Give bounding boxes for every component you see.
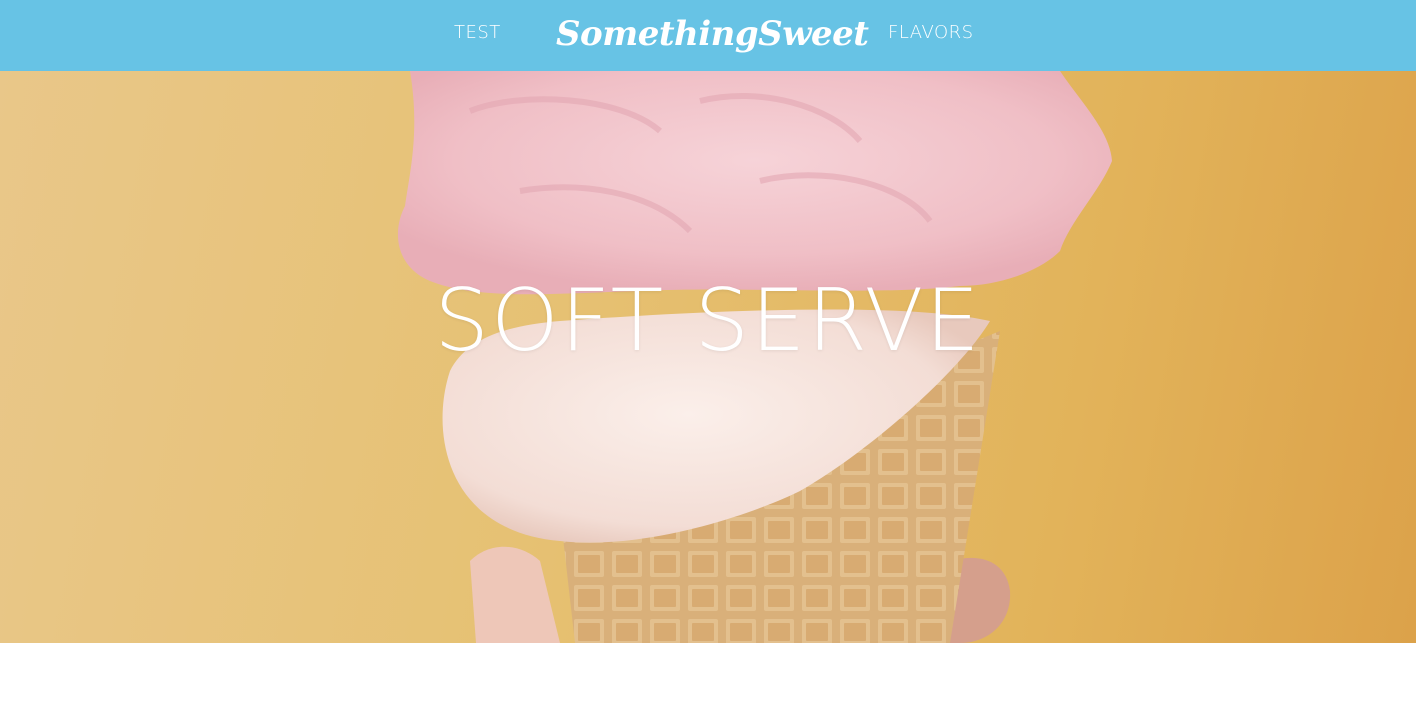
nav-link-flavors[interactable]: FLAVORS (888, 20, 974, 46)
thumb-shape (470, 546, 560, 643)
hero-title: SOFT SERVE (434, 271, 982, 371)
nav-link-test[interactable]: TEST (454, 20, 501, 46)
brand-logo[interactable]: SomethingSweet (556, 12, 869, 56)
page-content-area (0, 643, 1416, 706)
top-navigation-bar: TEST SomethingSweet FLAVORS (0, 0, 1416, 71)
hero-banner: SOFT SERVE (0, 71, 1416, 643)
